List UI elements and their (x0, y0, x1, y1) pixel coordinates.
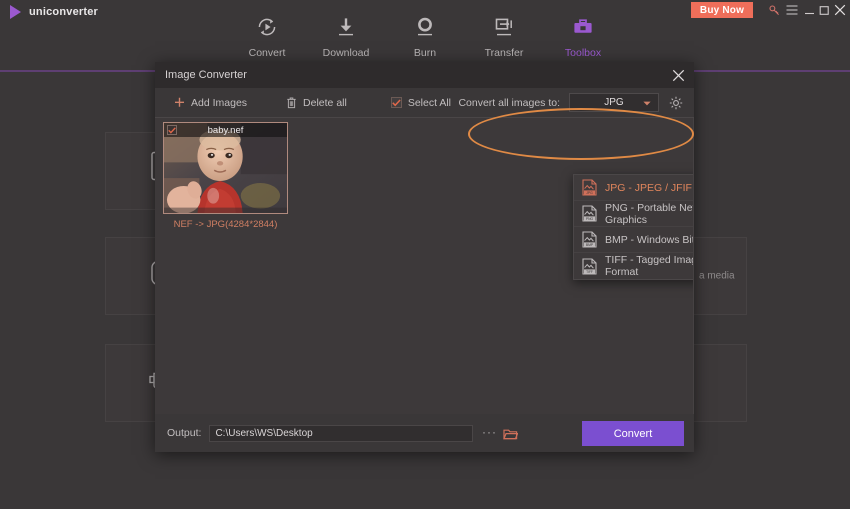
format-select-value: JPG (604, 97, 623, 108)
file-list-panel: baby.nef (155, 118, 694, 414)
convert-all-to-label: Convert all images to: (458, 97, 560, 109)
file-thumbnail[interactable]: baby.nef (163, 122, 288, 214)
delete-all-label: Delete all (303, 97, 347, 109)
dialog-close-icon[interactable] (668, 65, 688, 85)
png-file-icon: PNG (582, 205, 597, 222)
format-option-jpg[interactable]: JPG JPG - JPEG / JFIF (574, 175, 694, 201)
select-all-checkbox[interactable]: Select All (391, 88, 451, 117)
open-folder-icon[interactable] (502, 425, 518, 441)
format-option-tiff[interactable]: TIFF TIFF - Tagged Image File Format (574, 253, 694, 279)
format-option-png-label: PNG - Portable Network Graphics (605, 202, 694, 226)
nav-label-burn: Burn (414, 47, 436, 59)
chevron-down-icon (643, 101, 651, 106)
file-list-item[interactable]: baby.nef (163, 122, 288, 230)
convert-button[interactable]: Convert (582, 421, 684, 446)
nav-label-transfer: Transfer (485, 47, 524, 59)
background-card-media-text: a media (699, 271, 735, 282)
svg-text:PNG: PNG (586, 217, 594, 221)
transfer-device-icon (492, 14, 516, 40)
trash-icon (286, 97, 297, 109)
format-option-jpg-label: JPG - JPEG / JFIF (605, 182, 692, 194)
add-images-label: Add Images (191, 97, 247, 109)
svg-text:JPG: JPG (586, 191, 593, 195)
svg-text:BMP: BMP (586, 243, 594, 247)
output-label: Output: (167, 427, 201, 439)
jpg-file-icon: JPG (582, 179, 597, 196)
gear-icon[interactable] (668, 95, 684, 111)
ellipsis-icon[interactable]: ··· (481, 425, 497, 441)
bmp-file-icon: BMP (582, 231, 597, 248)
nav-item-convert[interactable]: Convert (228, 14, 307, 59)
nav-label-download: Download (323, 47, 370, 59)
delete-all-button[interactable]: Delete all (286, 88, 347, 117)
select-all-label: Select All (408, 97, 451, 109)
format-select[interactable]: JPG (569, 93, 659, 112)
add-images-button[interactable]: Add Images (174, 88, 247, 117)
convert-circular-arrow-icon (255, 14, 279, 40)
image-converter-dialog: Image Converter Add Images Delet (155, 62, 694, 452)
format-option-bmp[interactable]: BMP BMP - Windows Bitmp (574, 227, 694, 253)
nav-item-download[interactable]: Download (307, 14, 386, 59)
format-dropdown-menu: JPG JPG - JPEG / JFIF PNG (573, 174, 694, 280)
format-option-png[interactable]: PNG PNG - Portable Network Graphics (574, 201, 694, 227)
svg-text:TIFF: TIFF (586, 269, 593, 273)
checkbox-checked-icon (391, 97, 402, 108)
nav-label-convert: Convert (249, 47, 286, 59)
nav-item-toolbox[interactable]: Toolbox (544, 14, 623, 59)
nav-item-burn[interactable]: Burn (386, 14, 465, 59)
main-navigation: Convert Download (0, 14, 850, 59)
format-option-tiff-label: TIFF - Tagged Image File Format (605, 254, 694, 278)
file-checkbox[interactable] (167, 125, 177, 135)
file-conversion-info: NEF -> JPG(4284*2844) (163, 219, 288, 230)
dialog-toolbar: Add Images Delete all Select All Con (155, 88, 694, 118)
file-name: baby.nef (164, 123, 287, 137)
application-window: uniconverter Buy Now (0, 0, 850, 509)
dialog-header: Image Converter (155, 62, 694, 88)
nav-item-transfer[interactable]: Transfer (465, 14, 544, 59)
convert-all-to-group: Convert all images to: JPG (458, 88, 684, 117)
output-bar: Output: ··· Convert (155, 414, 694, 452)
plus-icon (174, 97, 185, 108)
tiff-file-icon: TIFF (582, 258, 597, 275)
format-option-bmp-label: BMP - Windows Bitmp (605, 234, 694, 246)
title-bar: uniconverter Buy Now (0, 0, 850, 71)
nav-label-toolbox: Toolbox (565, 47, 601, 59)
download-arrow-icon (334, 14, 358, 40)
output-path-input[interactable] (209, 425, 473, 442)
burn-disc-icon (413, 14, 437, 40)
dialog-title: Image Converter (165, 69, 247, 81)
toolbox-briefcase-icon (571, 14, 595, 40)
